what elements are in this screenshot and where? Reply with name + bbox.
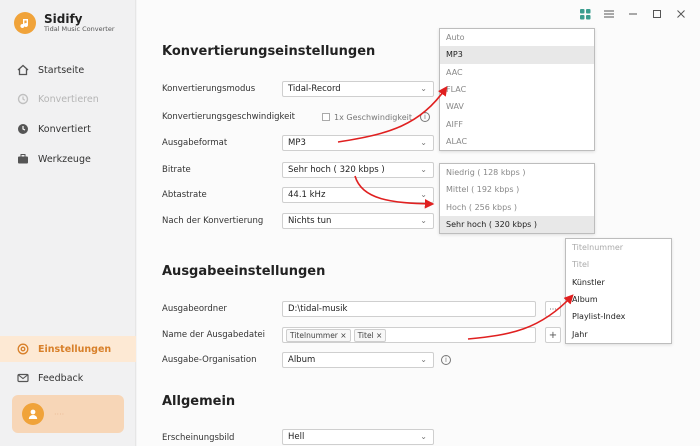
sidebar-item-home[interactable]: Startseite <box>0 57 136 83</box>
speed-label: Konvertierungsgeschwindigkeit <box>162 112 296 122</box>
output-folder-value: D:\tidal-musik <box>288 304 348 314</box>
samplerate-value: 44.1 kHz <box>288 190 326 200</box>
organisation-value: Album <box>288 355 316 365</box>
format-option[interactable]: AIFF <box>440 115 594 132</box>
bitrate-dropdown: Niedrig ( 128 kbps ) Mittel ( 192 kbps )… <box>439 163 595 235</box>
sidebar-item-label: Werkzeuge <box>38 153 91 165</box>
tag-option[interactable]: Titel <box>566 256 671 273</box>
sidebar: Sidify Tidal Music Converter Startseite … <box>0 0 136 446</box>
filename-tag[interactable]: Titel × <box>353 328 387 342</box>
bitrate-option[interactable]: Mittel ( 192 kbps ) <box>440 181 594 198</box>
appearance-label: Erscheinungsbild <box>162 433 235 443</box>
maximize-icon[interactable] <box>650 7 664 21</box>
section-title-conversion: Konvertierungseinstellungen <box>162 44 376 59</box>
sidebar-item-label: Einstellungen <box>38 343 112 355</box>
app-subtitle: Tidal Music Converter <box>44 24 115 33</box>
speed-option-label: 1x Geschwindigkeit <box>334 113 412 122</box>
bitrate-value: Sehr hoch ( 320 kbps ) <box>288 165 385 175</box>
output-folder-input[interactable]: D:\tidal-musik <box>282 301 536 317</box>
sidebar-item-label: Konvertieren <box>38 93 99 105</box>
sidebar-item-label: Startseite <box>38 64 85 76</box>
mail-icon <box>16 371 30 385</box>
chevron-down-icon: ⌄ <box>420 355 427 364</box>
chevron-down-icon: ⌄ <box>420 216 427 225</box>
format-dropdown: Auto MP3 AAC FLAC WAV AIFF ALAC <box>439 28 595 152</box>
chevron-down-icon: ⌄ <box>420 84 427 93</box>
tag-option[interactable]: Album <box>566 291 671 308</box>
filename-tag[interactable]: Titelnummer × <box>286 328 351 342</box>
toolbox-icon <box>16 152 30 166</box>
chevron-down-icon: ⌄ <box>420 138 427 147</box>
chevron-down-icon: ⌄ <box>420 190 427 199</box>
samplerate-label: Abtastrate <box>162 190 207 200</box>
format-option[interactable]: ALAC <box>440 133 594 150</box>
speed-checkbox[interactable] <box>322 113 330 121</box>
grid-icon[interactable] <box>578 7 592 21</box>
app-logo: Sidify Tidal Music Converter <box>14 12 115 34</box>
mode-value: Tidal-Record <box>288 84 341 94</box>
organisation-label: Ausgabe-Organisation <box>162 355 257 365</box>
app-name: Sidify <box>44 12 83 27</box>
filename-label: Name der Ausgabedatei <box>162 330 265 340</box>
bitrate-option[interactable]: Sehr hoch ( 320 kbps ) <box>440 215 594 234</box>
sidebar-item-label: Konvertiert <box>38 123 91 135</box>
after-conversion-label: Nach der Konvertierung <box>162 216 264 226</box>
avatar <box>22 403 44 425</box>
format-option[interactable]: FLAC <box>440 81 594 98</box>
bitrate-option[interactable]: Hoch ( 256 kbps ) <box>440 199 594 216</box>
tag-option[interactable]: Titelnummer <box>566 239 671 256</box>
refresh-icon <box>16 92 30 106</box>
sidebar-item-converted[interactable]: Konvertiert <box>0 116 136 142</box>
section-title-output: Ausgabeeinstellungen <box>162 264 326 279</box>
bitrate-option[interactable]: Niedrig ( 128 kbps ) <box>440 164 594 181</box>
sidebar-item-settings[interactable]: Einstellungen <box>0 336 136 362</box>
sidebar-item-tools[interactable]: Werkzeuge <box>0 146 136 172</box>
filename-tags[interactable]: Titelnummer × Titel × <box>282 327 536 343</box>
format-value: MP3 <box>288 138 306 148</box>
after-conversion-select[interactable]: Nichts tun ⌄ <box>282 213 434 229</box>
sidebar-item-feedback[interactable]: Feedback <box>0 365 136 391</box>
add-tag-button[interactable]: + <box>545 327 561 343</box>
format-select[interactable]: MP3 ⌄ <box>282 135 434 151</box>
user-card[interactable]: ···· <box>12 395 124 433</box>
format-option[interactable]: MP3 <box>440 46 594 64</box>
bitrate-label: Bitrate <box>162 165 191 175</box>
home-icon <box>16 63 30 77</box>
info-icon[interactable]: i <box>420 112 430 122</box>
user-name: ···· <box>54 409 65 419</box>
sidebar-item-convert[interactable]: Konvertieren <box>0 86 136 112</box>
chevron-down-icon: ⌄ <box>420 165 427 174</box>
app-window: Sidify Tidal Music Converter Startseite … <box>0 0 700 446</box>
format-label: Ausgabeformat <box>162 138 228 148</box>
sidebar-item-label: Feedback <box>38 372 84 384</box>
format-option[interactable]: AAC <box>440 64 594 81</box>
title-bar-controls <box>578 7 688 21</box>
samplerate-select[interactable]: 44.1 kHz ⌄ <box>282 187 434 203</box>
browse-button[interactable]: ··· <box>545 301 561 317</box>
organisation-select[interactable]: Album ⌄ <box>282 352 434 368</box>
format-option[interactable]: Auto <box>440 29 594 46</box>
info-icon[interactable]: i <box>441 355 451 365</box>
clock-icon <box>16 122 30 136</box>
chevron-down-icon: ⌄ <box>420 432 427 441</box>
close-icon[interactable] <box>674 7 688 21</box>
mode-label: Konvertierungsmodus <box>162 84 256 94</box>
tag-option[interactable]: Künstler <box>566 274 671 291</box>
settings-panel: Konvertierungseinstellungen Konvertierun… <box>137 0 700 446</box>
bitrate-select[interactable]: Sehr hoch ( 320 kbps ) ⌄ <box>282 162 434 178</box>
settings-icon <box>16 342 30 356</box>
output-folder-label: Ausgabeordner <box>162 304 227 314</box>
tag-option[interactable]: Playlist-Index <box>566 308 671 325</box>
format-option[interactable]: WAV <box>440 98 594 115</box>
filename-tag-dropdown: Titelnummer Titel Künstler Album Playlis… <box>565 238 672 344</box>
mode-select[interactable]: Tidal-Record ⌄ <box>282 81 434 97</box>
menu-icon[interactable] <box>602 7 616 21</box>
logo-icon <box>14 12 36 34</box>
after-conversion-value: Nichts tun <box>288 216 332 226</box>
tag-option[interactable]: Jahr <box>566 325 671 342</box>
appearance-select[interactable]: Hell ⌄ <box>282 429 434 445</box>
appearance-value: Hell <box>288 432 305 442</box>
section-title-general: Allgemein <box>162 394 236 409</box>
minimize-icon[interactable] <box>626 7 640 21</box>
